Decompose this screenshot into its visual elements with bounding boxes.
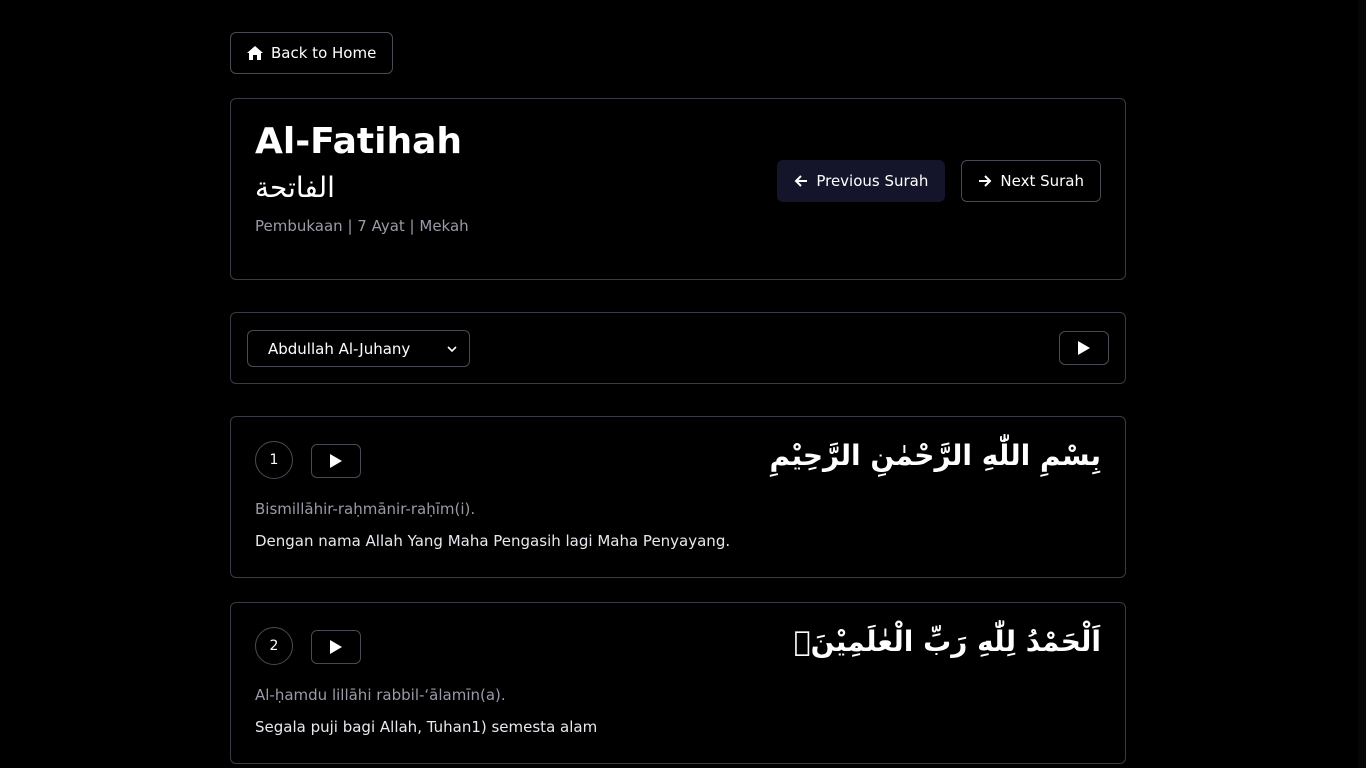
arrow-left-icon <box>794 174 808 188</box>
surah-arabic-name: الفاتحة <box>255 171 335 204</box>
ayah-transliteration: Al-ḥamdu lillāhi rabbil-‘ālamīn(a). <box>255 686 506 704</box>
previous-surah-label: Previous Surah <box>816 172 929 190</box>
main-container: Back to Home Al-Fatihah الفاتحة Pembukaa… <box>230 32 1126 764</box>
surah-header-card: Al-Fatihah الفاتحة Pembukaan | 7 Ayat | … <box>230 98 1126 280</box>
play-ayah-button[interactable] <box>311 630 361 664</box>
back-to-home-label: Back to Home <box>271 44 377 62</box>
ayah-translation: Segala puji bagi Allah, Tuhan1) semesta … <box>255 718 598 736</box>
surah-meta: Pembukaan | 7 Ayat | Mekah <box>255 217 469 235</box>
back-to-home-button[interactable]: Back to Home <box>230 32 394 74</box>
chevron-down-icon <box>447 345 457 353</box>
next-surah-button[interactable]: Next Surah <box>961 160 1101 202</box>
next-surah-label: Next Surah <box>1000 172 1084 190</box>
play-icon <box>1077 340 1091 356</box>
ayah-number-badge: 1 <box>255 441 293 479</box>
ayah-translation: Dengan nama Allah Yang Maha Pengasih lag… <box>255 532 731 550</box>
page-scrollbar[interactable] <box>1358 0 1366 768</box>
ayah-card: 1 بِسْمِ اللّٰهِ الرَّحْمٰنِ الرَّحِيْمِ… <box>230 416 1126 578</box>
home-icon <box>247 46 263 60</box>
play-icon <box>329 453 343 469</box>
play-surah-button[interactable] <box>1059 331 1109 365</box>
ayah-arabic-text: اَلْحَمْدُ لِلّٰهِ رَبِّ الْعٰلَمِيْنَۙ <box>793 625 1101 658</box>
ayah-transliteration: Bismillāhir-raḥmānir-raḥīm(i). <box>255 500 476 518</box>
surah-title: Al-Fatihah <box>255 121 463 162</box>
surah-navigation: Previous Surah Next Surah <box>777 160 1101 202</box>
reciter-select[interactable]: Abdullah Al-Juhany <box>247 330 470 367</box>
audio-player-card: Abdullah Al-Juhany <box>230 312 1126 384</box>
ayah-card: 2 اَلْحَمْدُ لِلّٰهِ رَبِّ الْعٰلَمِيْنَ… <box>230 602 1126 764</box>
previous-surah-button[interactable]: Previous Surah <box>777 160 946 202</box>
ayah-number-badge: 2 <box>255 627 293 665</box>
play-icon <box>329 639 343 655</box>
reciter-selected-value: Abdullah Al-Juhany <box>268 339 411 358</box>
ayah-arabic-text: بِسْمِ اللّٰهِ الرَّحْمٰنِ الرَّحِيْمِ <box>769 439 1101 472</box>
play-ayah-button[interactable] <box>311 444 361 478</box>
arrow-right-icon <box>978 174 992 188</box>
